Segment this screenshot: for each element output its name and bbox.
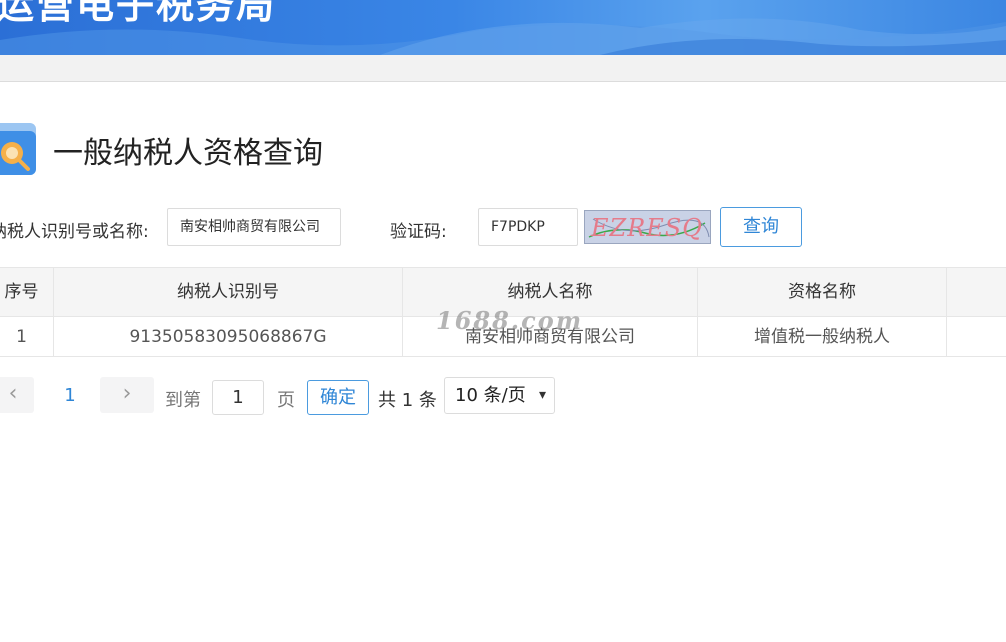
search-document-icon <box>0 121 38 177</box>
captcha-label: 验证码: <box>390 222 447 242</box>
site-banner: 运营电子税务局 <box>0 0 1006 55</box>
chevron-right-icon: › <box>122 381 132 406</box>
page-title: 一般纳税人资格查询 <box>53 136 323 171</box>
cell-index: 1 <box>0 317 54 356</box>
chevron-down-icon: ▾ <box>538 387 546 403</box>
total-count: 共 1 条 <box>378 390 437 411</box>
page-number-1[interactable]: 1 <box>56 385 84 406</box>
cell-extra <box>947 317 1006 356</box>
banner-title: 运营电子税务局 <box>0 0 277 27</box>
watermark: 1688.com <box>436 306 584 335</box>
column-header-index: 序号 <box>0 268 54 316</box>
page-size-select[interactable]: 10 条/页 ▾ <box>444 377 555 414</box>
captcha-input[interactable]: F7PDKP <box>478 208 578 246</box>
prev-page-button[interactable]: ‹ <box>0 377 34 413</box>
taxpayer-label: 纳税人识别号或名称: <box>0 222 149 242</box>
page-size-value: 10 条/页 <box>455 385 526 406</box>
goto-page-input[interactable]: 1 <box>212 380 264 415</box>
cell-qualification: 增值税一般纳税人 <box>698 317 947 356</box>
page-unit-label: 页 <box>277 390 295 411</box>
nav-subbar <box>0 55 1006 82</box>
column-header-qualification: 资格名称 <box>698 268 947 316</box>
taxpayer-input[interactable]: 南安相帅商贸有限公司 <box>167 208 341 246</box>
goto-label: 到第 <box>165 390 201 411</box>
column-header-taxpayer-id: 纳税人识别号 <box>54 268 403 316</box>
cell-taxpayer-id: 91350583095068867G <box>54 317 403 356</box>
next-page-button[interactable]: › <box>100 377 154 413</box>
column-header-extra <box>947 268 1006 316</box>
confirm-button[interactable]: 确定 <box>307 380 369 415</box>
captcha-image[interactable]: EZRESQ <box>584 210 711 244</box>
captcha-image-text: EZRESQ <box>591 214 703 242</box>
query-button[interactable]: 查询 <box>720 207 802 247</box>
chevron-left-icon: ‹ <box>8 381 18 406</box>
